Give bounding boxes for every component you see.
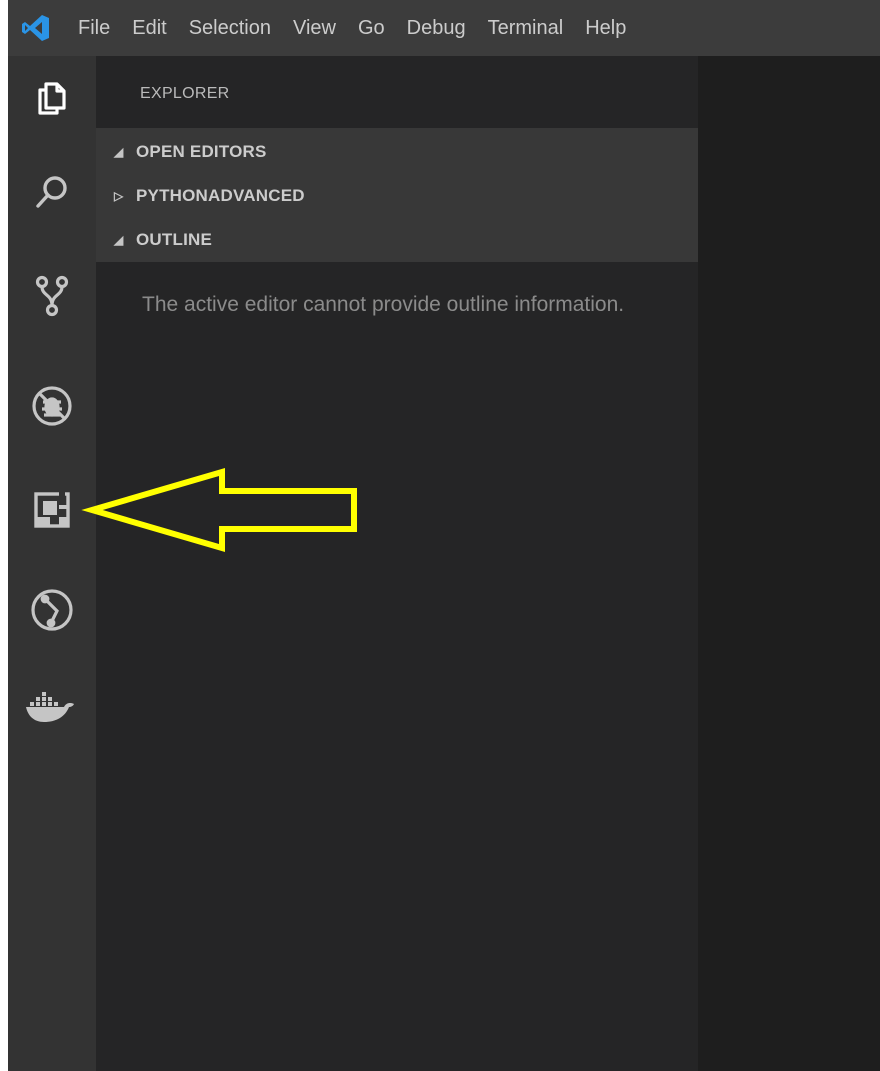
section-open-editors[interactable]: ◢ OPEN EDITORS — [96, 130, 698, 174]
menu-debug[interactable]: Debug — [396, 0, 477, 56]
gitlens-icon[interactable] — [8, 570, 96, 650]
activity-bar — [8, 56, 96, 1071]
source-control-icon[interactable] — [8, 256, 96, 336]
menu-terminal[interactable]: Terminal — [477, 0, 575, 56]
vscode-window: File Edit Selection View Go Debug Termin… — [8, 0, 880, 1071]
search-icon[interactable] — [8, 152, 96, 232]
explorer-sidebar: EXPLORER ◢ OPEN EDITORS ▷ PYTHONADVANCED… — [96, 56, 698, 1071]
docker-icon[interactable] — [8, 666, 96, 746]
debug-icon[interactable] — [8, 366, 96, 446]
menu-selection[interactable]: Selection — [178, 0, 282, 56]
menu-edit[interactable]: Edit — [121, 0, 177, 56]
menu-bar: File Edit Selection View Go Debug Termin… — [8, 0, 880, 56]
explorer-sections: ◢ OPEN EDITORS ▷ PYTHONADVANCED ◢ OUTLIN… — [96, 128, 698, 262]
menu-help[interactable]: Help — [574, 0, 637, 56]
menu-view[interactable]: View — [282, 0, 347, 56]
files-icon[interactable] — [8, 58, 96, 138]
section-label: OPEN EDITORS — [136, 142, 267, 161]
editor-area — [698, 56, 880, 1071]
vscode-logo-icon — [8, 0, 64, 56]
menu-file[interactable]: File — [64, 0, 121, 56]
expanded-triangle-icon: ◢ — [114, 233, 124, 247]
sidebar-title: EXPLORER — [140, 85, 230, 102]
section-outline[interactable]: ◢ OUTLINE — [96, 218, 698, 262]
extensions-icon[interactable] — [8, 470, 96, 550]
collapsed-triangle-icon: ▷ — [114, 189, 124, 203]
expanded-triangle-icon: ◢ — [114, 145, 124, 159]
section-label: OUTLINE — [136, 230, 213, 249]
section-label: PYTHONADVANCED — [136, 186, 305, 205]
menu-go[interactable]: Go — [347, 0, 396, 56]
section-pythonadvanced[interactable]: ▷ PYTHONADVANCED — [96, 174, 698, 218]
outline-empty-message: The active editor cannot provide outline… — [142, 293, 625, 316]
